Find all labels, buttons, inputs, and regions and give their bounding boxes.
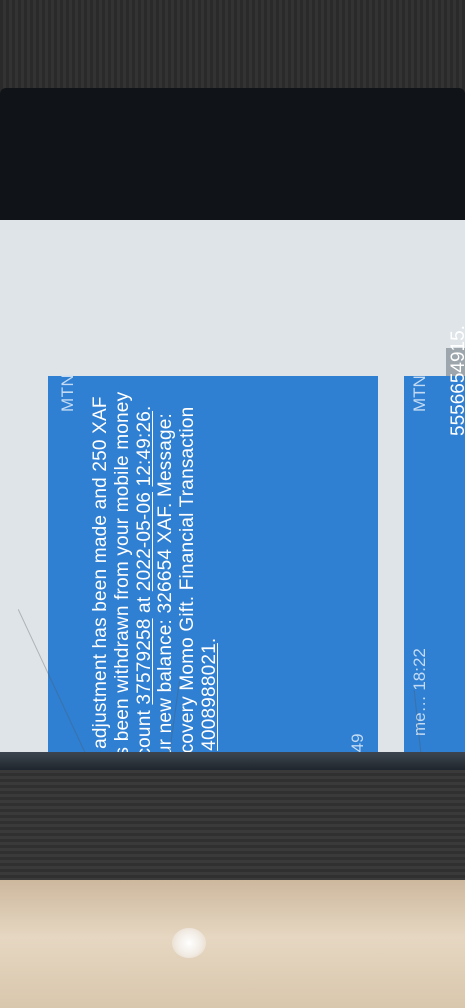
time-link[interactable]: 12:49:26 xyxy=(134,411,155,487)
message-text: . xyxy=(198,637,220,644)
messages-view: MTN An adjustment has been made and 250 … xyxy=(0,220,465,816)
background-fabric-top xyxy=(0,0,465,100)
message-text: at xyxy=(133,591,155,619)
table-surface xyxy=(0,880,465,1008)
message-bubble[interactable]: MTN An adjustment has been made and 250 … xyxy=(48,373,378,792)
account-number-link[interactable]: 37579258 xyxy=(134,618,155,704)
phone-body: MTN An adjustment has been made and 250 … xyxy=(0,88,465,816)
phone-edge xyxy=(0,752,465,772)
transaction-id-link[interactable]: 4008988021 xyxy=(199,643,220,751)
phone-screen: MTN An adjustment has been made and 250 … xyxy=(0,220,465,816)
message-sender: MTN xyxy=(58,373,77,412)
previous-message-text: 5556654915. xyxy=(448,325,465,436)
previous-message-bubble[interactable]: MTN me… 18:22 xyxy=(404,375,465,792)
message-text xyxy=(134,487,155,492)
message-body[interactable]: An adjustment has been made and 250 XAF … xyxy=(90,383,221,778)
background-fabric-bottom xyxy=(0,770,465,890)
date-link[interactable]: 2022-05-06 xyxy=(134,492,155,591)
previous-message-sender: MTN xyxy=(410,375,429,412)
light-reflection xyxy=(172,928,206,958)
